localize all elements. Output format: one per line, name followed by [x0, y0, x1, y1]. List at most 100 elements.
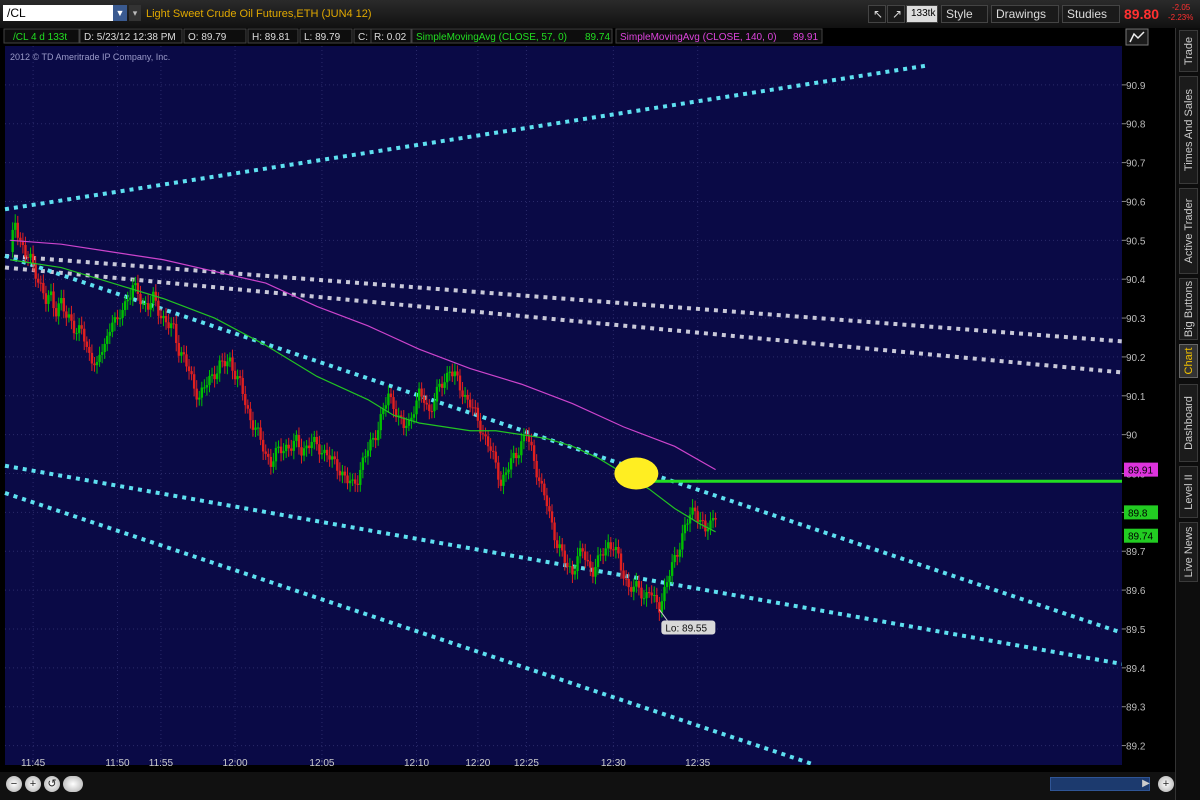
tab-label: Dashboard	[1182, 396, 1195, 450]
candle-body	[670, 562, 674, 576]
candle-body	[346, 475, 349, 484]
y-tick-label: 89.2	[1126, 742, 1146, 753]
price-tag-label: 89.91	[1128, 466, 1153, 477]
candle-body	[476, 407, 480, 421]
highlight-circle[interactable]	[614, 457, 659, 490]
candle-body	[584, 551, 587, 560]
drawing-tool-button[interactable]: ↗	[887, 5, 905, 23]
candle-body	[433, 401, 436, 412]
candle-body	[361, 457, 365, 470]
candle-body	[77, 325, 81, 334]
zoom-reset-button[interactable]: ↺	[44, 776, 60, 792]
candle-body	[448, 371, 451, 373]
candle-body	[65, 311, 68, 318]
tab-active-trader[interactable]: Active Trader	[1179, 188, 1198, 274]
scroll-zoom-in-button[interactable]: +	[1158, 776, 1174, 792]
candle-body	[655, 594, 658, 603]
price-tag-label: 89.8	[1128, 508, 1148, 519]
candle-body	[596, 555, 600, 567]
symbol-input[interactable]: /CL	[3, 5, 113, 21]
minus-icon: −	[10, 778, 18, 790]
candle-body	[111, 322, 114, 332]
aggregation-button[interactable]: 133tk	[906, 5, 938, 23]
candle-body	[62, 297, 65, 312]
candle-body	[42, 282, 45, 294]
candle-body	[185, 354, 188, 367]
candle-body	[635, 581, 638, 587]
info-sma140-value: 89.91	[793, 32, 818, 43]
zoom-in-button[interactable]: +	[25, 776, 41, 792]
x-tick-label: 12:30	[601, 758, 626, 769]
info-symbol: /CL 4 d 133t	[13, 32, 67, 43]
tab-big-buttons[interactable]: Big Buttons	[1179, 278, 1198, 340]
candle-body	[673, 555, 676, 563]
candle-body	[456, 371, 459, 376]
tab-label: Level II	[1182, 474, 1195, 510]
tab-trade[interactable]: Trade	[1179, 30, 1198, 72]
candle-body	[57, 303, 60, 317]
time-scrollbar[interactable]	[1050, 777, 1150, 791]
candle-body	[650, 592, 653, 596]
symbol-dropdown-button[interactable]: ▼	[113, 5, 127, 21]
candle-body	[72, 320, 76, 334]
candle-body	[445, 372, 449, 383]
candle-body	[256, 427, 260, 429]
price-chart[interactable]: Lo: 89.55 89.2 89.3 89.4 89.5 89.6 89.7 89.8 89…	[0, 28, 1175, 772]
candle-body	[681, 533, 684, 550]
candle-body	[466, 394, 469, 400]
candle-body	[589, 561, 592, 568]
plus-icon: +	[1162, 778, 1170, 790]
tab-label: Chart	[1182, 347, 1195, 375]
candle-body	[336, 459, 339, 471]
studies-menu-button[interactable]: Studies	[1062, 5, 1120, 23]
tab-live-news[interactable]: Live News	[1179, 522, 1198, 582]
candle-body	[701, 520, 705, 522]
x-tick-label: 11:55	[149, 758, 174, 769]
candle-body	[532, 445, 536, 461]
tab-times-and-sales[interactable]: Times And Sales	[1179, 76, 1198, 184]
candle-body	[180, 352, 183, 356]
candle-body	[356, 483, 359, 485]
candle-body	[471, 407, 474, 409]
info-sma57-value: 89.74	[585, 32, 610, 43]
pointer-tool-button[interactable]: ↖	[868, 5, 886, 23]
plot-area[interactable]	[5, 46, 1122, 765]
candle-body	[387, 393, 390, 406]
candle-body	[141, 303, 145, 305]
candle-body	[665, 582, 669, 587]
candle-body	[581, 548, 584, 552]
candle-body	[313, 436, 316, 442]
candle-body	[683, 524, 687, 534]
tab-label: Live News	[1182, 526, 1195, 578]
tab-dashboard[interactable]: Dashboard	[1179, 384, 1198, 462]
link-dropdown-button[interactable]: ▾	[129, 5, 141, 21]
scroll-right-button[interactable]: ▶	[1140, 778, 1152, 790]
candle-body	[44, 293, 48, 304]
candle-body	[507, 469, 510, 473]
candle-body	[573, 571, 577, 575]
candle-body	[555, 540, 559, 548]
candle-body	[366, 450, 370, 457]
drawings-menu-button[interactable]: Drawings	[991, 5, 1059, 23]
y-tick-label: 90	[1126, 431, 1138, 442]
zoom-out-button[interactable]: −	[6, 776, 22, 792]
tab-chart[interactable]: Chart	[1179, 344, 1198, 378]
chart-mode-button[interactable]	[1125, 28, 1149, 46]
price-axis[interactable]	[1122, 46, 1175, 765]
candle-body	[369, 439, 372, 451]
zoom-fit-button[interactable]	[63, 776, 83, 792]
style-menu-button[interactable]: Style	[941, 5, 988, 23]
tab-level-ii[interactable]: Level II	[1179, 466, 1198, 518]
candle-body	[246, 405, 250, 409]
candle-body	[504, 472, 508, 475]
candle-body	[422, 396, 426, 403]
candle-body	[315, 436, 319, 445]
candle-body	[412, 414, 416, 418]
reset-icon: ↺	[47, 778, 57, 790]
candle-body	[499, 479, 503, 486]
candle-body	[688, 514, 692, 524]
percent-change: -2.23%	[1168, 13, 1194, 22]
candle-body	[637, 581, 641, 588]
candle-body	[251, 420, 255, 430]
candle-body	[116, 317, 119, 320]
